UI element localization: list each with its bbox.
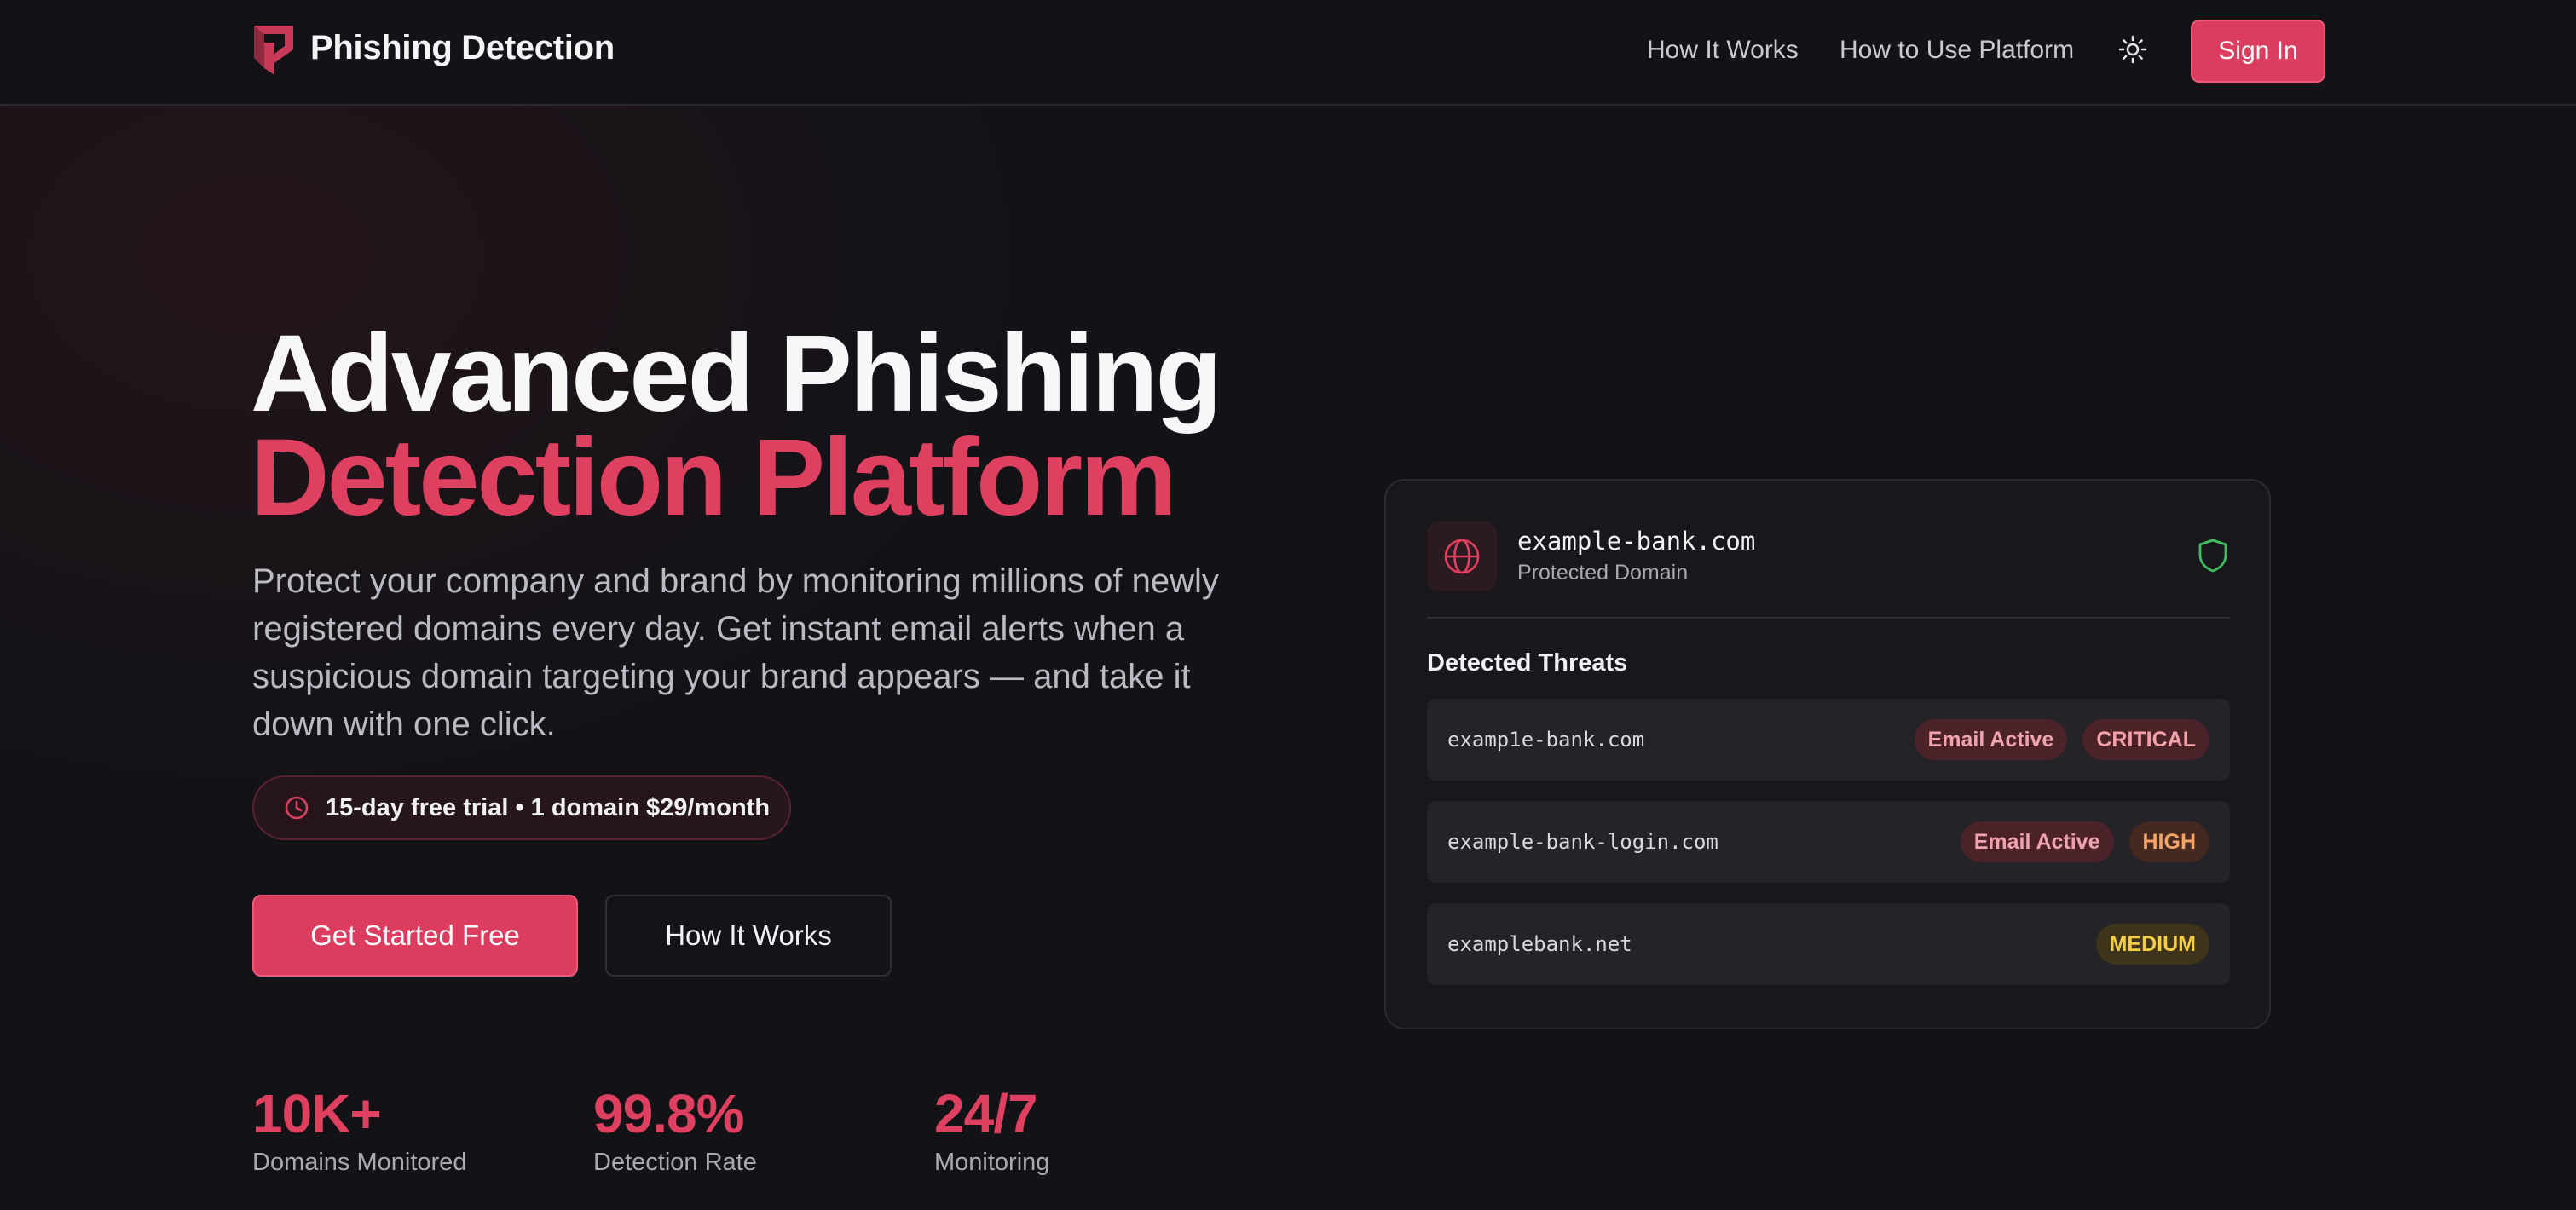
stat-label: Monitoring (934, 1149, 1050, 1176)
sun-icon[interactable] (2117, 34, 2148, 65)
logo-icon[interactable] (252, 24, 295, 77)
severity-badge: MEDIUM (2095, 924, 2209, 965)
detected-threats-title: Detected Threats (1427, 649, 1628, 677)
nav-how-it-works[interactable]: How It Works (1647, 36, 1799, 65)
stat-value: 24/7 (934, 1083, 1038, 1144)
threat-tags: Email Active CRITICAL (1914, 719, 2209, 760)
threat-row[interactable]: examp1e-bank.com Email Active CRITICAL (1427, 699, 2230, 781)
shield-check-icon (2198, 539, 2227, 573)
trial-badge: 15-day free trial • 1 domain $29/month (252, 775, 791, 840)
stat-domains-monitored: 10K+ Domains Monitored (252, 1084, 466, 1177)
stat-label: Detection Rate (593, 1149, 757, 1176)
email-active-badge: Email Active (1914, 719, 2068, 760)
top-navbar: Phishing Detection How It Works How to U… (0, 0, 2576, 106)
trial-badge-text: 15-day free trial • 1 domain $29/month (326, 793, 771, 821)
landing-page: Phishing Detection How It Works How to U… (0, 0, 2576, 1210)
protected-domain-label: Protected Domain (1517, 561, 1689, 585)
sign-in-button[interactable]: Sign In (2191, 20, 2325, 83)
threat-preview-card: example-bank.com Protected Domain Detect… (1384, 479, 2271, 1029)
protected-domain-name: example-bank.com (1517, 527, 1756, 556)
domain-icon-box (1427, 521, 1497, 591)
card-divider (1427, 617, 2230, 619)
stat-monitoring: 24/7 Monitoring (934, 1084, 1049, 1177)
get-started-button[interactable]: Get Started Free (252, 895, 578, 977)
email-active-badge: Email Active (1960, 821, 2114, 862)
stat-label: Domains Monitored (252, 1149, 467, 1176)
threat-domain: example-bank-login.com (1447, 830, 1718, 854)
threat-tags: MEDIUM (2095, 924, 2209, 965)
brand-name[interactable]: Phishing Detection (310, 29, 615, 67)
clock-icon (285, 796, 309, 820)
threat-domain: examplebank.net (1447, 932, 1632, 956)
threat-row[interactable]: example-bank-login.com Email Active HIGH (1427, 801, 2230, 883)
how-it-works-button[interactable]: How It Works (605, 895, 892, 977)
stat-detection-rate: 99.8% Detection Rate (593, 1084, 757, 1177)
hero-title-line2: Detection Platform (251, 417, 1177, 539)
threat-domain: examp1e-bank.com (1447, 728, 1645, 752)
hero-description: Protect your company and brand by monito… (252, 562, 1219, 743)
hero-title-line1: Advanced Phishing (251, 313, 1222, 435)
stat-value: 99.8% (593, 1083, 744, 1144)
severity-badge: HIGH (2128, 821, 2209, 862)
globe-icon (1444, 539, 1480, 574)
stat-value: 10K+ (252, 1083, 382, 1144)
hero-title: Advanced Phishing Detection Platform (251, 313, 1222, 539)
severity-badge: CRITICAL (2082, 719, 2209, 760)
threat-tags: Email Active HIGH (1960, 821, 2209, 862)
nav-how-to-use-platform[interactable]: How to Use Platform (1840, 36, 2074, 65)
threat-row[interactable]: examplebank.net MEDIUM (1427, 903, 2230, 985)
